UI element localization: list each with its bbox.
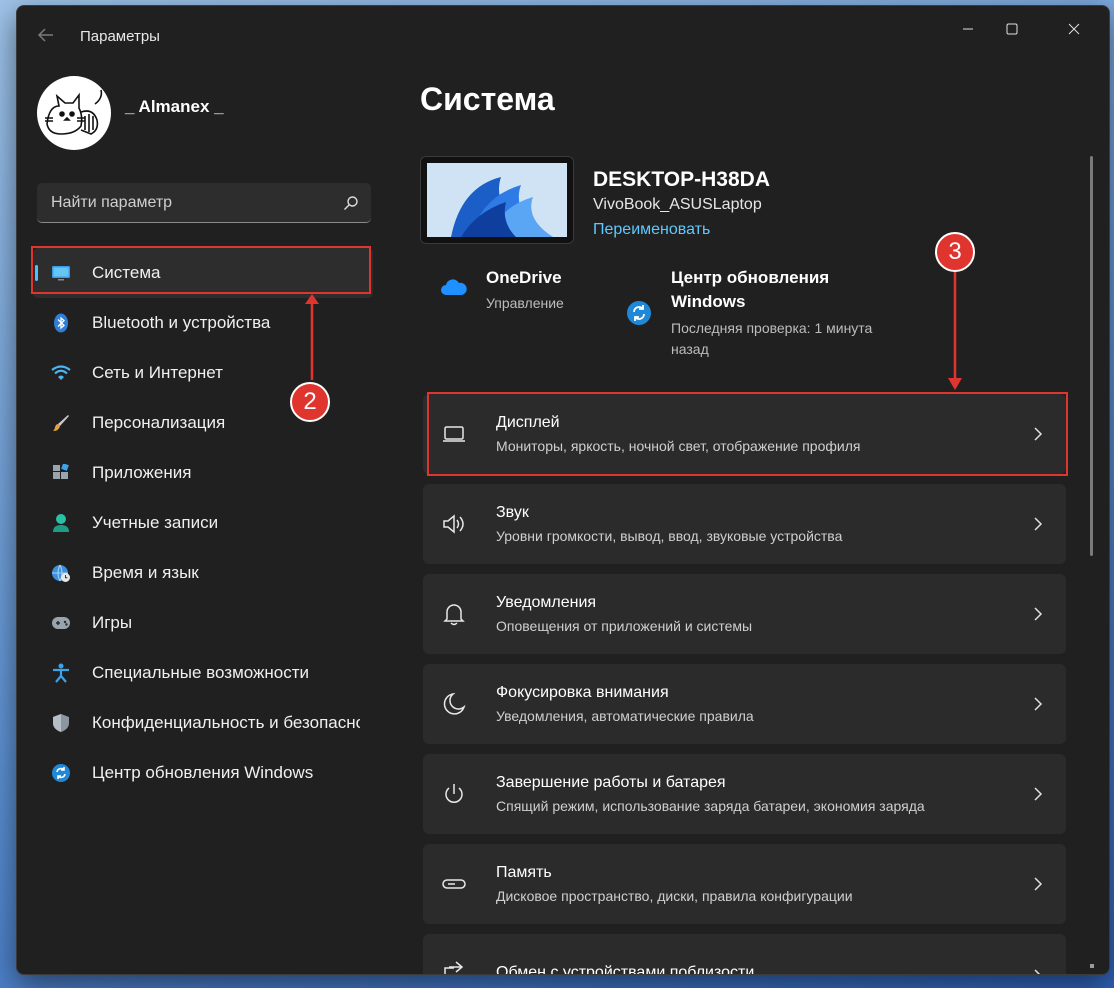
- update-title-line1[interactable]: Центр обновления: [671, 266, 829, 290]
- highlight-system-item: [31, 246, 371, 294]
- rename-link[interactable]: Переименовать: [593, 221, 710, 239]
- onedrive-title[interactable]: OneDrive: [486, 266, 562, 290]
- gamepad-icon: [51, 613, 71, 633]
- chevron-right-icon: [1032, 606, 1044, 622]
- sidebar-item-label: Конфиденциальность и безопасность: [92, 713, 360, 732]
- card-title: Память: [496, 864, 552, 881]
- arrow-down-icon: [948, 270, 962, 390]
- update-icon[interactable]: [626, 300, 652, 326]
- scrollbar-arrow-down[interactable]: [1090, 964, 1094, 968]
- card-focus-assist[interactable]: Фокусировка внимания Уведомления, автома…: [423, 664, 1066, 744]
- card-sound[interactable]: Звук Уровни громкости, вывод, ввод, звук…: [423, 484, 1066, 564]
- sidebar-item-label: Специальные возможности: [92, 663, 310, 682]
- desktop-thumbnail: [420, 156, 574, 244]
- card-power-battery[interactable]: Завершение работы и батарея Спящий режим…: [423, 754, 1066, 834]
- card-title: Звук: [496, 504, 529, 521]
- update-title-line2[interactable]: Windows: [671, 290, 745, 314]
- speaker-icon: [441, 511, 467, 537]
- step-badge-3: 3: [935, 232, 975, 272]
- bell-icon: [441, 601, 467, 627]
- card-title: Уведомления: [496, 594, 597, 611]
- highlight-display-card: [427, 392, 1068, 476]
- cat-avatar-icon: [45, 89, 103, 135]
- card-title: Обмен с устройствами поблизости: [496, 964, 755, 975]
- onedrive-cloud-icon[interactable]: [440, 277, 467, 303]
- moon-icon: [441, 691, 467, 717]
- update-subtitle-line1: Последняя проверка: 1 минута: [671, 320, 873, 336]
- chevron-right-icon: [1032, 968, 1044, 974]
- card-notifications[interactable]: Уведомления Оповещения от приложений и с…: [423, 574, 1066, 654]
- card-subtitle: Оповещения от приложений и системы: [496, 618, 753, 634]
- card-subtitle: Дисковое пространство, диски, правила ко…: [496, 888, 853, 904]
- storage-icon: [441, 871, 467, 897]
- sidebar-item-accounts[interactable]: Учетные записи: [33, 498, 373, 548]
- sidebar-item-bluetooth[interactable]: Bluetooth и устройства: [33, 298, 373, 348]
- page-title: Система: [420, 81, 555, 117]
- username: _ Almanex _: [125, 97, 224, 116]
- wifi-icon: [51, 363, 71, 383]
- step-badge-2: 2: [290, 382, 330, 422]
- accessibility-icon: [51, 663, 71, 683]
- shield-icon: [51, 713, 71, 733]
- sidebar-item-gaming[interactable]: Игры: [33, 598, 373, 648]
- card-subtitle: Уровни громкости, вывод, ввод, звуковые …: [496, 528, 843, 544]
- account-icon: [51, 513, 71, 533]
- maximize-button[interactable]: [985, 6, 1039, 52]
- scrollbar-thumb[interactable]: [1090, 156, 1093, 556]
- sidebar-item-time-language[interactable]: Время и язык: [33, 548, 373, 598]
- close-button[interactable]: [1047, 6, 1101, 52]
- bluetooth-icon: [51, 313, 71, 333]
- chevron-right-icon: [1032, 876, 1044, 892]
- sidebar-item-privacy[interactable]: Конфиденциальность и безопасность: [33, 698, 373, 748]
- paintbrush-icon: [51, 413, 71, 433]
- apps-icon: [51, 463, 71, 483]
- search-placeholder: Найти параметр: [51, 194, 173, 211]
- card-subtitle: Уведомления, автоматические правила: [496, 708, 754, 724]
- sidebar-item-label: Учетные записи: [92, 513, 219, 532]
- avatar[interactable]: [37, 76, 111, 150]
- device-name: DESKTOP-H38DA: [593, 168, 770, 191]
- settings-window: Параметры _ Almanex _ Найти параметр Сис…: [16, 5, 1110, 975]
- sidebar-item-accessibility[interactable]: Специальные возможности: [33, 648, 373, 698]
- onedrive-subtitle: Управление: [486, 295, 564, 311]
- arrow-up-icon: [305, 294, 319, 380]
- card-nearby-sharing[interactable]: Обмен с устройствами поблизости: [423, 934, 1066, 975]
- sidebar-item-windows-update[interactable]: Центр обновления Windows: [33, 748, 373, 798]
- card-subtitle: Спящий режим, использование заряда батар…: [496, 798, 925, 814]
- power-icon: [441, 781, 467, 807]
- chevron-right-icon: [1032, 696, 1044, 712]
- sidebar-item-label: Центр обновления Windows: [92, 763, 314, 782]
- update-icon: [51, 763, 71, 783]
- card-title: Завершение работы и батарея: [496, 774, 726, 791]
- wallpaper-bloom-icon: [427, 163, 567, 237]
- device-model: VivoBook_ASUSLaptop: [593, 196, 762, 213]
- card-storage[interactable]: Память Дисковое пространство, диски, пра…: [423, 844, 1066, 924]
- search-input[interactable]: Найти параметр: [37, 183, 371, 223]
- sidebar-item-label: Время и язык: [92, 563, 199, 582]
- card-title: Фокусировка внимания: [496, 684, 669, 701]
- chevron-right-icon: [1032, 786, 1044, 802]
- title-bar: Параметры: [17, 6, 1109, 54]
- sidebar-item-label: Игры: [92, 613, 133, 632]
- back-arrow-icon[interactable]: [37, 26, 55, 44]
- sidebar-item-apps[interactable]: Приложения: [33, 448, 373, 498]
- share-icon: [441, 956, 467, 974]
- sidebar-item-label: Приложения: [92, 463, 192, 482]
- update-subtitle-line2: назад: [671, 341, 709, 357]
- search-icon[interactable]: [343, 195, 359, 211]
- globe-clock-icon: [51, 563, 71, 583]
- chevron-right-icon: [1032, 516, 1044, 532]
- sidebar-nav: Система Bluetooth и устройства Сеть и Ин…: [33, 248, 373, 798]
- app-title: Параметры: [80, 28, 160, 45]
